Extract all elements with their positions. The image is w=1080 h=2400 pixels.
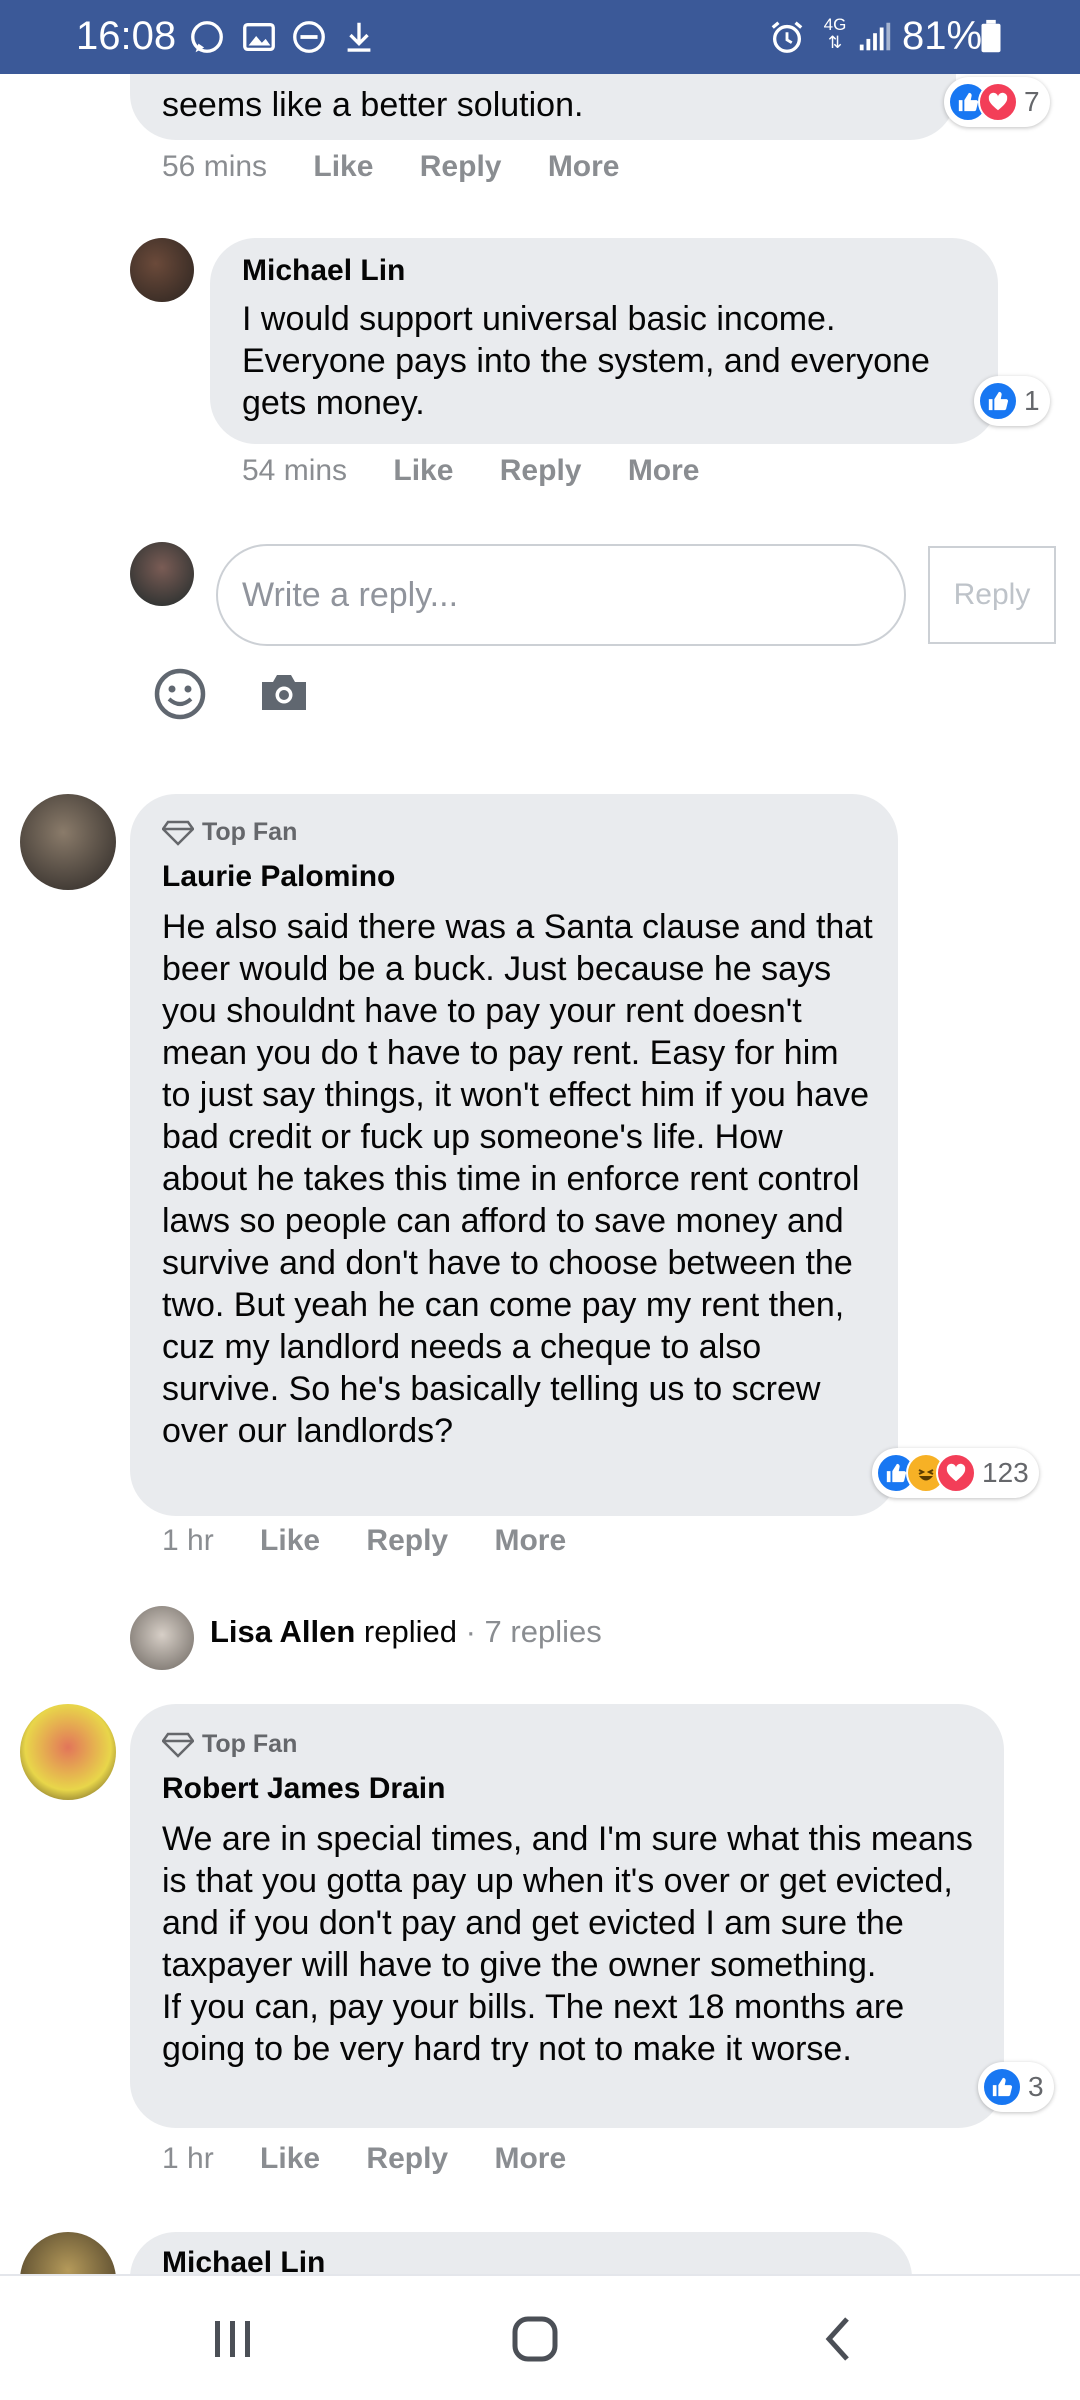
like-button[interactable]: Like — [313, 150, 373, 184]
like-button[interactable]: Like — [393, 454, 453, 488]
comments-feed[interactable]: seems like a better solution. 7 56 mins … — [0, 74, 1080, 2274]
battery-percent: 81% — [902, 14, 983, 58]
replier-name: Lisa Allen — [210, 1614, 356, 1649]
reaction-count: 1 — [1024, 385, 1040, 416]
comment-text: We are in special times, and I'm sure wh… — [162, 1820, 973, 2068]
home-button[interactable] — [500, 2306, 570, 2372]
like-button[interactable]: Like — [260, 1524, 320, 1558]
reaction-summary[interactable]: 123 — [872, 1448, 1039, 1498]
more-button[interactable]: More — [494, 1524, 566, 1558]
comment-time: 54 mins — [242, 454, 348, 487]
comment-time: 1 hr — [162, 2142, 214, 2175]
more-button[interactable]: More — [548, 150, 620, 184]
reaction-count: 3 — [1028, 2071, 1044, 2102]
signal-icon — [859, 22, 891, 51]
back-icon — [825, 2317, 849, 2361]
clock: 16:08 — [76, 14, 177, 58]
diamond-icon — [161, 1732, 195, 1758]
comment-author[interactable]: Laurie Palomino — [162, 860, 395, 894]
battery-icon — [981, 19, 1001, 53]
like-reaction-icon — [982, 2067, 1022, 2107]
top-fan-badge: Top Fan — [161, 1730, 297, 1759]
home-icon — [512, 2316, 558, 2362]
avatar[interactable] — [20, 794, 116, 890]
like-button[interactable]: Like — [260, 2142, 320, 2176]
avatar[interactable] — [130, 1606, 194, 1670]
comment-meta: 56 mins Like Reply More — [162, 150, 658, 184]
network-indicator: 4G ⇅ — [823, 15, 847, 52]
comment-time: 56 mins — [162, 150, 268, 183]
reaction-count: 7 — [1024, 86, 1040, 117]
status-bar: 16:08 4G ⇅ 81% — [0, 0, 1080, 74]
reaction-summary[interactable]: 1 — [974, 376, 1050, 426]
whatsapp-icon — [191, 21, 223, 53]
reply-input[interactable]: Write a reply... — [216, 544, 906, 646]
back-button[interactable] — [804, 2306, 874, 2372]
reply-button[interactable]: Reply — [366, 1524, 448, 1558]
love-reaction-icon — [936, 1453, 976, 1493]
recent-apps-icon — [215, 2321, 250, 2357]
recent-apps-button[interactable] — [198, 2306, 268, 2372]
comment-author[interactable]: Michael Lin — [162, 2246, 325, 2274]
view-replies-link[interactable]: Lisa Allen replied · 7 replies — [210, 1614, 602, 1650]
diamond-icon — [161, 820, 195, 846]
comment-text: I would support universal basic income. … — [242, 300, 930, 422]
avatar[interactable] — [130, 238, 194, 302]
more-button[interactable]: More — [628, 454, 700, 488]
reaction-count: 123 — [982, 1457, 1029, 1488]
avatar[interactable] — [20, 2232, 116, 2274]
top-fan-badge: Top Fan — [161, 818, 297, 847]
comment-text: seems like a better solution. — [162, 86, 584, 124]
current-user-avatar — [130, 542, 194, 606]
avatar[interactable] — [20, 1704, 116, 1800]
camera-icon[interactable] — [258, 670, 310, 716]
reply-count: 7 replies — [484, 1614, 602, 1649]
reply-button[interactable]: Reply — [366, 2142, 448, 2176]
send-reply-button[interactable]: Reply — [928, 546, 1056, 644]
reply-input-placeholder: Write a reply... — [242, 575, 459, 614]
reaction-summary[interactable]: 7 — [944, 77, 1050, 127]
replied-verb: replied — [363, 1614, 457, 1649]
reply-button[interactable]: Reply — [500, 454, 582, 488]
comment-meta: 54 mins Like Reply More — [242, 454, 738, 488]
comment-time: 1 hr — [162, 1524, 214, 1557]
like-reaction-icon — [978, 381, 1018, 421]
comment-text: He also said there was a Santa clause an… — [162, 908, 873, 1450]
reply-button[interactable]: Reply — [420, 150, 502, 184]
comment-meta: 1 hr Like Reply More — [162, 2142, 604, 2176]
comment-meta: 1 hr Like Reply More — [162, 1524, 604, 1558]
system-navigation-bar — [0, 2274, 1080, 2400]
love-reaction-icon — [978, 82, 1018, 122]
gallery-icon — [243, 22, 275, 52]
reaction-summary[interactable]: 3 — [978, 2062, 1054, 2112]
emoji-icon[interactable] — [152, 666, 208, 722]
comment-author[interactable]: Robert James Drain — [162, 1772, 445, 1806]
more-button[interactable]: More — [494, 2142, 566, 2176]
do-not-disturb-icon — [293, 21, 325, 53]
download-icon — [347, 22, 371, 52]
alarm-icon — [771, 21, 803, 53]
comment-author[interactable]: Michael Lin — [242, 254, 405, 288]
